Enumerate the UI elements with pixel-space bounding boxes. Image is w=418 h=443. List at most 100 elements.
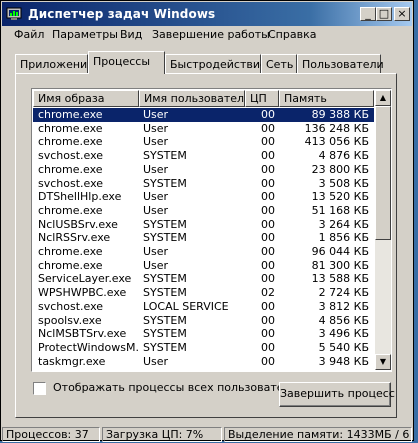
column-header-image-name[interactable]: Имя образа [33, 90, 139, 107]
process-memory: 4 876 КБ [318, 149, 369, 163]
process-row[interactable]: chrome.exe User 00 136 248 КБ [33, 122, 374, 136]
process-memory: 2 724 КБ [318, 286, 369, 300]
process-user-name: SYSTEM [143, 217, 187, 231]
process-cpu: 00 [261, 135, 275, 149]
close-button[interactable]: × [394, 7, 410, 21]
process-row[interactable]: ServiceLayer.exe SYSTEM 00 13 588 КБ [33, 272, 374, 286]
maximize-button[interactable]: □ [376, 7, 392, 21]
status-bar: Процессов: 37 Загрузка ЦП: 7% Выделение … [2, 426, 412, 442]
process-image-name: ProtectWindowsM... [38, 340, 138, 354]
tab-performance[interactable]: Быстродействие [165, 54, 267, 73]
tab-network[interactable]: Сеть [261, 54, 297, 73]
process-row[interactable]: chrome.exe User 00 413 056 КБ [33, 135, 374, 149]
process-image-name: chrome.exe [38, 108, 103, 121]
menu-help[interactable]: Справка [268, 28, 316, 41]
status-cpu-usage: Загрузка ЦП: 7% [102, 427, 222, 442]
process-cpu: 00 [261, 354, 275, 368]
process-user-name: SYSTEM [143, 286, 187, 300]
process-row[interactable]: svchost.exe SYSTEM 00 4 876 КБ [33, 149, 374, 163]
process-row[interactable]: NclUSBSrv.exe SYSTEM 00 3 264 КБ [33, 218, 374, 232]
process-image-name: ServiceLayer.exe [38, 272, 132, 286]
process-image-name: chrome.exe [38, 162, 103, 176]
process-row[interactable]: DTShellHlp.exe User 00 13 520 КБ [33, 190, 374, 204]
process-memory: 5 540 КБ [318, 340, 369, 354]
process-image-name: svchost.exe [38, 176, 104, 190]
process-row[interactable]: WPSHWPBC.exe SYSTEM 02 2 724 КБ [33, 286, 374, 300]
vertical-scrollbar[interactable]: ▲ ▼ [375, 90, 391, 370]
process-user-name: User [143, 162, 169, 176]
process-user-name: SYSTEM [143, 272, 187, 286]
process-cpu: 00 [261, 340, 275, 354]
process-cpu: 00 [261, 299, 275, 313]
process-user-name: User [143, 245, 169, 258]
show-all-processes-checkbox[interactable] [33, 382, 46, 395]
process-user-name: SYSTEM [143, 176, 187, 190]
process-cpu: 00 [261, 176, 275, 190]
menu-view[interactable]: Вид [120, 28, 142, 41]
process-user-name: SYSTEM [143, 313, 187, 327]
process-memory: 136 248 КБ [304, 121, 369, 135]
menu-shutdown[interactable]: Завершение работы [152, 28, 270, 41]
process-memory: 3 508 КБ [318, 176, 369, 190]
process-row[interactable]: chrome.exe User 00 96 044 КБ [33, 245, 374, 259]
process-row[interactable]: chrome.exe User 00 23 800 КБ [33, 163, 374, 177]
process-row[interactable]: NclMSBTSrv.exe SYSTEM 00 3 496 КБ [33, 327, 374, 341]
scrollbar-thumb[interactable] [375, 106, 391, 240]
process-image-name: DTShellHlp.exe [38, 190, 122, 204]
process-row[interactable]: chrome.exe User 00 89 388 КБ [33, 108, 374, 122]
process-user-name: SYSTEM [143, 327, 187, 341]
process-user-name: SYSTEM [143, 149, 187, 163]
process-cpu: 00 [261, 272, 275, 286]
scroll-down-arrow-icon[interactable]: ▼ [375, 354, 391, 370]
tab-processes[interactable]: Процессы [88, 51, 165, 74]
tab-applications[interactable]: Приложения [15, 54, 94, 73]
scroll-up-arrow-icon[interactable]: ▲ [375, 90, 391, 106]
process-image-name: taskmgr.exe [38, 354, 106, 368]
menu-file[interactable]: Файл [14, 28, 44, 41]
process-memory: 413 056 КБ [304, 135, 369, 149]
column-header-memory[interactable]: Память [279, 90, 374, 107]
process-row[interactable]: svchost.exe LOCAL SERVICE 00 3 812 КБ [33, 300, 374, 314]
column-header-user-name[interactable]: Имя пользователя [139, 90, 251, 107]
process-row[interactable]: svchost.exe SYSTEM 00 3 508 КБ [33, 177, 374, 191]
process-user-name: SYSTEM [143, 231, 187, 245]
process-image-name: chrome.exe [38, 245, 103, 258]
process-list[interactable]: Имя образа Имя пользователя ЦП Память ch… [31, 88, 392, 372]
tab-users[interactable]: Пользователи [297, 54, 384, 73]
process-row[interactable]: NclRSSrv.exe SYSTEM 00 1 856 КБ [33, 231, 374, 245]
process-cpu: 00 [261, 190, 275, 204]
process-cpu: 02 [261, 286, 275, 300]
process-image-name: svchost.exe [38, 149, 104, 163]
column-header-cpu[interactable]: ЦП [245, 90, 279, 107]
process-user-name: User [143, 108, 169, 121]
show-all-processes-label[interactable]: Отображать процессы всех пользователей [53, 381, 304, 394]
process-memory: 89 388 КБ [311, 108, 369, 121]
process-cpu: 00 [261, 121, 275, 135]
title-bar[interactable]: Диспетчер задач Windows _ □ × [2, 2, 412, 26]
status-process-count: Процессов: 37 [2, 427, 100, 442]
process-row[interactable]: chrome.exe User 00 51 168 КБ [33, 204, 374, 218]
process-memory: 23 800 КБ [311, 162, 369, 176]
minimize-button[interactable]: _ [360, 7, 376, 21]
process-image-name: chrome.exe [38, 135, 103, 149]
process-cpu: 00 [261, 313, 275, 327]
process-row[interactable]: taskmgr.exe User 00 3 948 КБ [33, 355, 374, 369]
process-image-name: NclMSBTSrv.exe [38, 327, 127, 341]
status-memory-commit: Выделение памяти: 1433МБ / 6 [224, 427, 412, 442]
process-user-name: SYSTEM [143, 340, 187, 354]
process-row[interactable]: spoolsv.exe SYSTEM 00 4 856 КБ [33, 314, 374, 328]
process-memory: 96 044 КБ [311, 245, 369, 258]
process-cpu: 00 [261, 149, 275, 163]
process-image-name: chrome.exe [38, 121, 103, 135]
process-image-name: WPSHWPBC.exe [38, 286, 127, 300]
end-process-button[interactable]: Завершить процесс [279, 382, 395, 407]
menu-options[interactable]: Параметры [52, 28, 118, 41]
process-row[interactable]: chrome.exe User 00 81 300 КБ [33, 259, 374, 273]
process-row[interactable]: ProtectWindowsM... SYSTEM 00 5 540 КБ [33, 341, 374, 355]
process-cpu: 00 [261, 231, 275, 245]
process-cpu: 00 [261, 217, 275, 231]
process-image-name: svchost.exe [38, 299, 104, 313]
process-memory: 1 856 КБ [318, 231, 369, 245]
process-memory: 13 520 КБ [311, 190, 369, 204]
process-memory: 4 856 КБ [318, 313, 369, 327]
